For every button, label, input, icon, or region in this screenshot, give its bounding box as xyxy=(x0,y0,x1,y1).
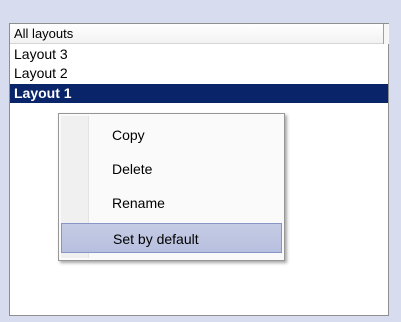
menu-item-delete[interactable]: Delete xyxy=(61,154,282,184)
menu-item-label: Set by default xyxy=(113,231,199,247)
column-header-divider[interactable] xyxy=(383,24,389,44)
column-header[interactable]: All layouts xyxy=(10,24,383,44)
menu-item-label: Delete xyxy=(112,161,153,177)
menu-item-set-by-default[interactable]: Set by default xyxy=(61,223,282,253)
menu-item-label: Copy xyxy=(112,127,145,143)
list-item-selected[interactable]: Layout 1 xyxy=(10,84,388,103)
menu-item-copy[interactable]: Copy xyxy=(61,120,282,150)
list-item[interactable]: Layout 3 xyxy=(10,45,388,64)
list-item[interactable]: Layout 2 xyxy=(10,64,388,83)
context-menu: Copy Delete Rename Set by default xyxy=(58,113,285,261)
window-background: All layouts Layout 3 Layout 2 Layout 1 C… xyxy=(0,0,401,322)
list-item-label: Layout 3 xyxy=(14,46,68,62)
column-header-label: All layouts xyxy=(14,26,74,41)
list-item-label: Layout 1 xyxy=(14,85,72,101)
menu-item-label: Rename xyxy=(112,195,165,211)
list-item-label: Layout 2 xyxy=(14,65,68,81)
menu-item-rename[interactable]: Rename xyxy=(61,188,282,218)
